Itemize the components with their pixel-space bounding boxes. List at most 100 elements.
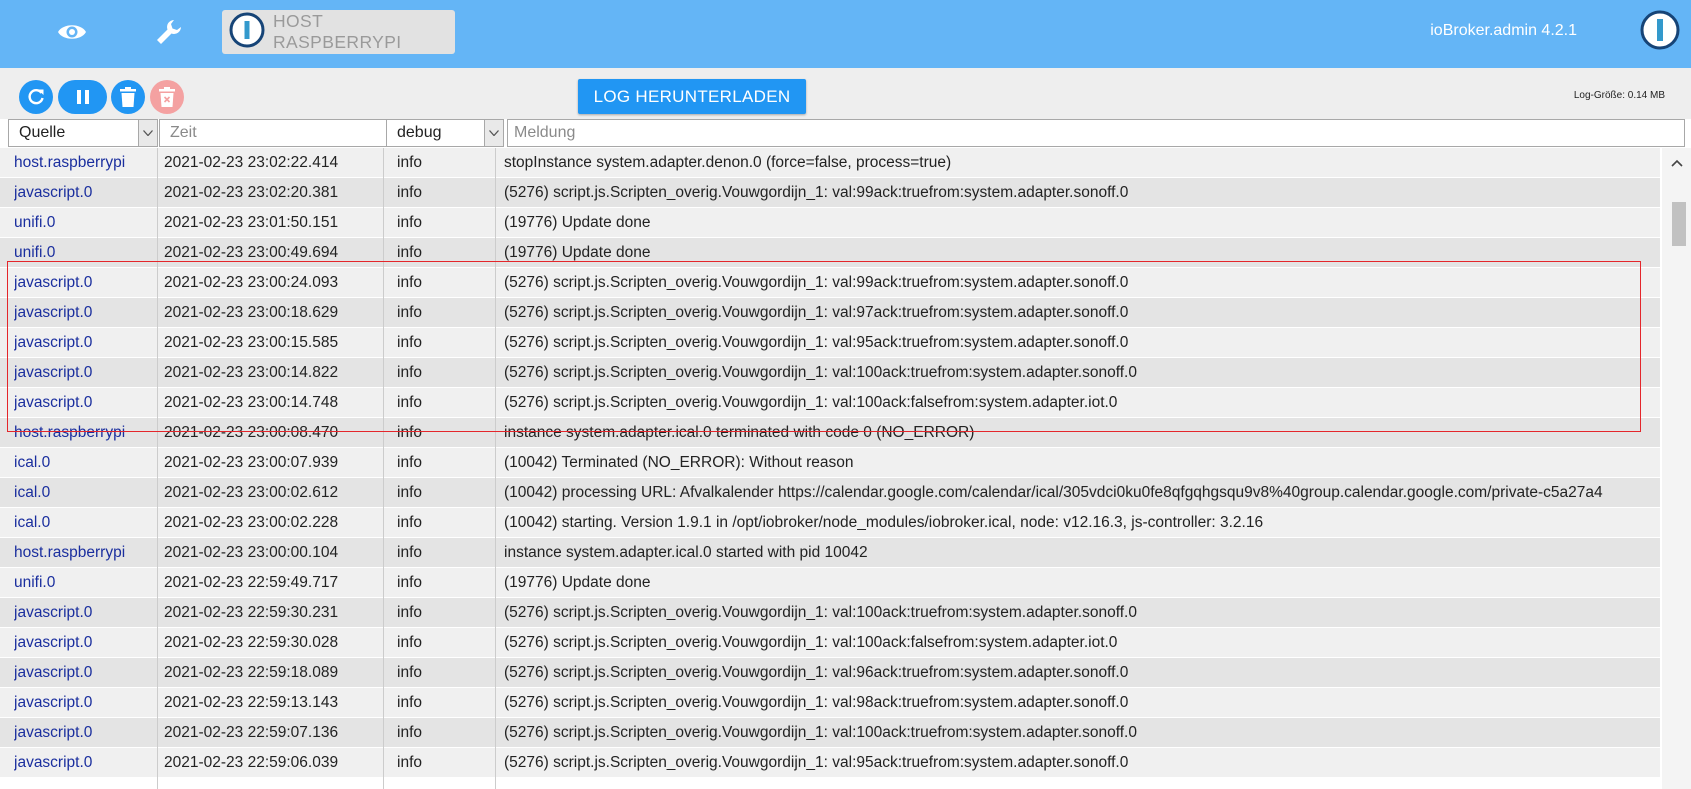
message-filter-field[interactable] (514, 124, 1684, 142)
log-toolbar: LOG HERUNTERLADEN Log-Größe: 0.14 MB (0, 68, 1691, 119)
vertical-scrollbar[interactable] (1662, 148, 1691, 789)
log-severity: info (397, 154, 422, 171)
log-row: ical.0 2021-02-23 23:00:02.612 info (10042)… (0, 478, 1660, 508)
log-row: ical.0 2021-02-23 23:00:07.939 info (10042)… (0, 448, 1660, 478)
log-message: (5276) script.js.Scripten_overig.Vouwgor… (504, 724, 1137, 741)
log-severity: info (397, 244, 422, 261)
log-message: (5276) script.js.Scripten_overig.Vouwgor… (504, 754, 1129, 771)
log-message: (5276) script.js.Scripten_overig.Vouwgor… (504, 634, 1118, 651)
log-source: host.raspberrypi (14, 544, 126, 561)
log-severity: info (397, 664, 422, 681)
log-message: (19776) Update done (504, 574, 651, 591)
iobroker-logo-icon (1640, 10, 1680, 55)
log-time: 2021-02-23 22:59:30.231 (164, 604, 339, 621)
log-severity: info (397, 334, 422, 351)
refresh-button[interactable] (19, 80, 53, 114)
log-size: Log-Größe: 0.14 MB (1573, 90, 1665, 101)
log-time: 2021-02-23 22:59:13.143 (164, 694, 339, 711)
log-message: (19776) Update done (504, 214, 651, 231)
log-source: ical.0 (14, 514, 51, 531)
log-source: javascript.0 (14, 364, 93, 381)
log-message: instance system.adapter.ical.0 started w… (504, 544, 868, 561)
log-source: unifi.0 (14, 214, 56, 231)
column-divider (383, 148, 384, 789)
eye-icon[interactable] (47, 10, 97, 54)
severity-filter-value: debug (397, 124, 442, 141)
log-message: stopInstance system.adapter.denon.0 (for… (504, 154, 952, 171)
log-row: javascript.0 2021-02-23 22:59:30.231 info (… (0, 598, 1660, 628)
log-severity: info (397, 214, 422, 231)
message-filter-input[interactable] (507, 119, 1685, 147)
log-time: 2021-02-23 23:00:02.228 (164, 514, 339, 531)
host-selector[interactable]: HOST RASPBERRYPI (222, 10, 455, 54)
clear-log-button[interactable] (111, 80, 145, 114)
log-source: javascript.0 (14, 274, 93, 291)
delete-log-files-button[interactable] (150, 80, 184, 114)
log-row: ical.0 2021-02-23 23:00:02.228 info (10042)… (0, 508, 1660, 538)
column-divider (157, 148, 158, 789)
download-log-button[interactable]: LOG HERUNTERLADEN (578, 79, 806, 114)
log-time: 2021-02-23 22:59:18.089 (164, 664, 339, 681)
column-divider (495, 148, 496, 789)
log-severity: info (397, 184, 422, 201)
log-row: javascript.0 2021-02-23 23:00:14.822 info (… (0, 358, 1660, 388)
log-row: javascript.0 2021-02-23 23:00:15.585 info (… (0, 328, 1660, 358)
log-message: (5276) script.js.Scripten_overig.Vouwgor… (504, 694, 1129, 711)
log-row: javascript.0 2021-02-23 23:00:24.093 info (… (0, 268, 1660, 298)
log-time: 2021-02-23 23:02:22.414 (164, 154, 339, 171)
log-severity: info (397, 424, 422, 441)
log-source: unifi.0 (14, 574, 56, 591)
log-time: 2021-02-23 22:59:07.136 (164, 724, 339, 741)
log-severity: info (397, 604, 422, 621)
pause-button[interactable] (58, 80, 107, 114)
log-source: javascript.0 (14, 184, 93, 201)
log-message: (5276) script.js.Scripten_overig.Vouwgor… (504, 394, 1118, 411)
log-row: host.raspberrypi 2021-02-23 23:00:08.470 i… (0, 418, 1660, 448)
log-source: javascript.0 (14, 334, 93, 351)
log-time: 2021-02-23 23:00:00.104 (164, 544, 339, 561)
log-source: javascript.0 (14, 634, 93, 651)
trash-icon (120, 87, 136, 107)
log-time: 2021-02-23 23:01:50.151 (164, 214, 339, 231)
chevron-down-icon (484, 120, 503, 146)
log-message: (5276) script.js.Scripten_overig.Vouwgor… (504, 604, 1137, 621)
log-time: 2021-02-23 23:02:20.381 (164, 184, 339, 201)
log-source: host.raspberrypi (14, 424, 126, 441)
log-source: javascript.0 (14, 724, 93, 741)
log-severity: info (397, 634, 422, 651)
log-message: (19776) Update done (504, 244, 651, 261)
pause-icon (76, 90, 89, 104)
log-message: (10042) starting. Version 1.9.1 in /opt/… (504, 514, 1264, 531)
scroll-up-arrow-icon[interactable] (1671, 154, 1683, 172)
log-message: (5276) script.js.Scripten_overig.Vouwgor… (504, 184, 1129, 201)
time-filter-field[interactable] (170, 124, 393, 142)
iobroker-logo-icon (229, 12, 265, 53)
log-row: javascript.0 2021-02-23 22:59:30.028 info (… (0, 628, 1660, 658)
log-time: 2021-02-23 22:59:30.028 (164, 634, 339, 651)
log-severity: info (397, 544, 422, 561)
severity-filter-select[interactable]: debug (386, 119, 504, 147)
log-time: 2021-02-23 23:00:15.585 (164, 334, 339, 351)
log-time: 2021-02-23 23:00:08.470 (164, 424, 339, 441)
log-time: 2021-02-23 23:00:14.748 (164, 394, 339, 411)
wrench-icon[interactable] (144, 10, 194, 54)
log-time: 2021-02-23 23:00:14.822 (164, 364, 339, 381)
log-row: host.raspberrypi 2021-02-23 23:00:00.104 i… (0, 538, 1660, 568)
log-severity: info (397, 484, 422, 501)
log-row: host.raspberrypi 2021-02-23 23:02:22.414 i… (0, 148, 1660, 178)
source-filter-select[interactable]: Quelle (8, 119, 158, 147)
log-severity: info (397, 574, 422, 591)
log-severity: info (397, 694, 422, 711)
log-source: host.raspberrypi (14, 154, 126, 171)
log-time: 2021-02-23 22:59:06.039 (164, 754, 339, 771)
log-source: javascript.0 (14, 304, 93, 321)
log-row: javascript.0 2021-02-23 22:59:18.089 info (… (0, 658, 1660, 688)
log-source: javascript.0 (14, 664, 93, 681)
log-message: (5276) script.js.Scripten_overig.Vouwgor… (504, 304, 1129, 321)
log-message: (5276) script.js.Scripten_overig.Vouwgor… (504, 364, 1137, 381)
log-row: javascript.0 2021-02-23 23:02:20.381 info (… (0, 178, 1660, 208)
scrollbar-thumb[interactable] (1672, 202, 1686, 246)
time-filter-input[interactable] (159, 119, 394, 147)
log-severity: info (397, 304, 422, 321)
app-header: HOST RASPBERRYPI ioBroker.admin 4.2.1 (0, 0, 1691, 68)
